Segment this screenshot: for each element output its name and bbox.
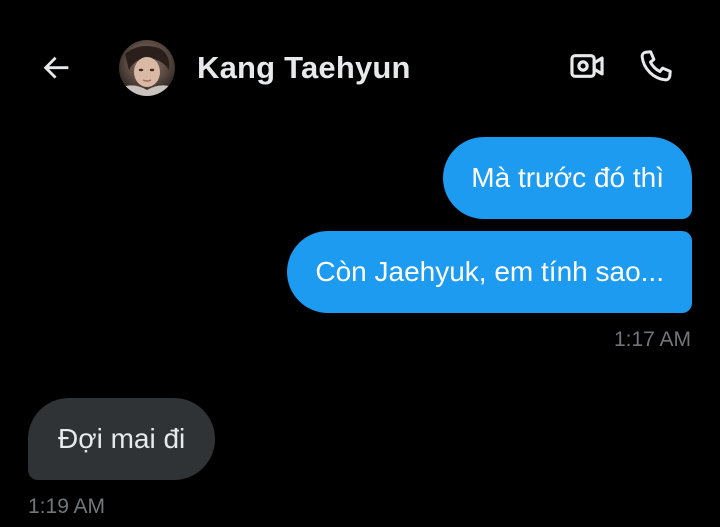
phone-icon [638, 48, 674, 89]
message-timestamp: 1:19 AM [28, 495, 106, 518]
message-bubble-received[interactable]: Đợi mai đi [28, 398, 216, 480]
phone-call-button[interactable] [634, 46, 678, 90]
back-button[interactable] [36, 48, 78, 90]
message-text: Còn Jaehyuk, em tính sao... [315, 256, 664, 287]
message-text: Đợi mai đi [58, 423, 186, 454]
message-timestamp: 1:17 AM [613, 328, 691, 351]
avatar[interactable] [119, 40, 175, 96]
video-camera-icon [568, 47, 606, 90]
video-call-button[interactable] [565, 46, 609, 90]
message-bubble-sent[interactable]: Mà trước đó thì [443, 137, 692, 219]
contact-name[interactable]: Kang Taehyun [197, 50, 411, 86]
arrow-left-icon [40, 50, 74, 89]
message-bubble-sent[interactable]: Còn Jaehyuk, em tính sao... [287, 231, 692, 313]
message-text: Mà trước đó thì [471, 162, 664, 193]
conversation-header: Kang Taehyun [0, 0, 720, 138]
